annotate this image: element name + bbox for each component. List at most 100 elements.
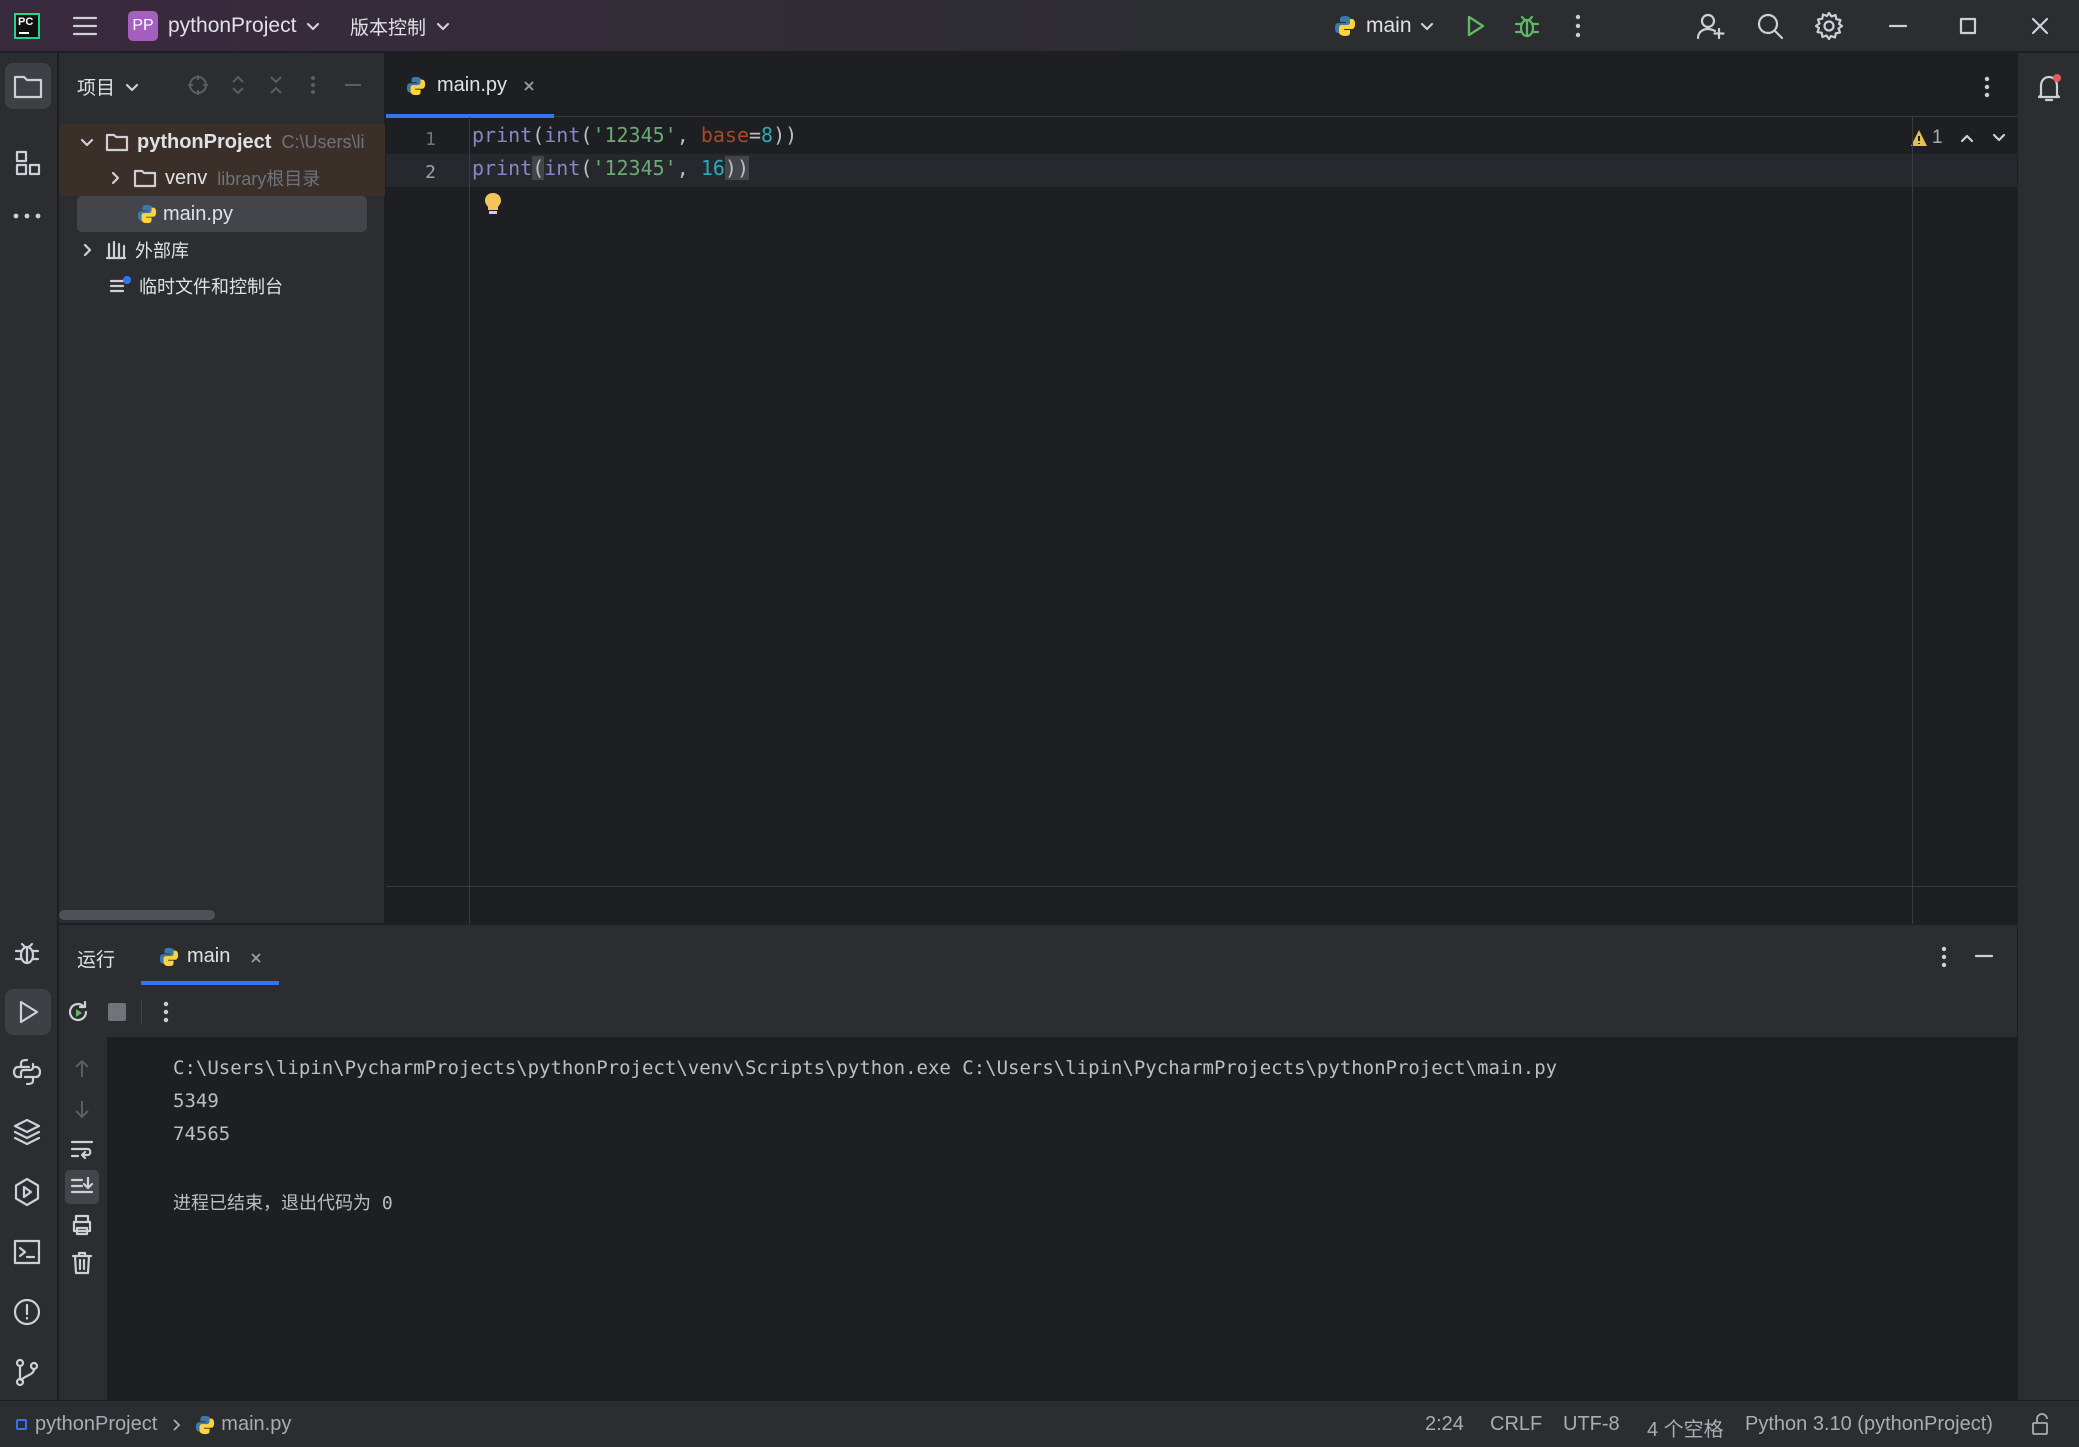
chevron-down-icon bbox=[125, 83, 139, 91]
project-tool-window: 项目 pythonProject C:\Users\li venv librar… bbox=[59, 53, 385, 923]
main-menu-icon[interactable] bbox=[72, 14, 98, 38]
tree-item-external-libraries[interactable]: 外部库 bbox=[59, 232, 385, 268]
code-with-me-icon[interactable] bbox=[1696, 12, 1726, 40]
indent-setting[interactable]: 4 个空格 bbox=[1647, 1413, 1724, 1442]
lightbulb-icon[interactable] bbox=[482, 191, 504, 217]
vcs-menu[interactable]: 版本控制 bbox=[350, 10, 452, 42]
previous-highlight-icon[interactable] bbox=[1959, 130, 1975, 146]
caret-position[interactable]: 2:24 bbox=[1425, 1413, 1464, 1436]
breadcrumb: pythonProject main.py bbox=[16, 1413, 291, 1436]
soft-wrap-icon[interactable] bbox=[70, 1137, 94, 1161]
project-view-selector[interactable]: 项目 bbox=[77, 73, 141, 100]
line-separator[interactable]: CRLF bbox=[1490, 1413, 1542, 1436]
close-window-icon[interactable] bbox=[2030, 14, 2050, 38]
line-number: 2 bbox=[425, 162, 436, 183]
scroll-up-icon[interactable] bbox=[71, 1057, 93, 1081]
tab-label: main bbox=[187, 945, 231, 967]
run-icon[interactable] bbox=[1462, 13, 1488, 39]
tab-label: main.py bbox=[437, 74, 508, 96]
problems-tool-button[interactable] bbox=[12, 1297, 42, 1327]
stop-icon[interactable] bbox=[107, 1002, 127, 1022]
run-tool-window: 运行 main C:\Users\lipin\PycharmProjects\p… bbox=[59, 924, 2017, 1401]
problems-icon bbox=[13, 1298, 41, 1326]
tab-run-main[interactable]: main bbox=[141, 933, 279, 985]
options-icon[interactable] bbox=[309, 74, 317, 96]
code-line-1[interactable]: print(int('12345', base=8)) bbox=[472, 123, 797, 147]
layers-icon bbox=[13, 1118, 41, 1146]
folder-icon bbox=[13, 75, 43, 99]
debug-icon[interactable] bbox=[1513, 12, 1541, 40]
services-tool-button[interactable] bbox=[12, 1177, 42, 1207]
horizontal-scrollbar[interactable] bbox=[59, 910, 215, 920]
hide-panel-icon[interactable] bbox=[342, 74, 364, 96]
close-tab-icon[interactable] bbox=[522, 79, 536, 93]
python-packages-tool-button[interactable] bbox=[12, 1117, 42, 1147]
tree-item-pythonproject[interactable]: pythonProject C:\Users\li bbox=[59, 124, 385, 160]
right-tool-stripe bbox=[2017, 53, 2079, 1400]
close-tab-icon[interactable] bbox=[249, 951, 263, 965]
expand-all-icon[interactable] bbox=[227, 74, 249, 96]
terminal-tool-button[interactable] bbox=[12, 1237, 42, 1267]
more-actions-icon[interactable] bbox=[1572, 12, 1584, 40]
minimize-panel-icon[interactable] bbox=[1973, 945, 1995, 967]
chevron-down-icon bbox=[1420, 22, 1433, 31]
code-token: print bbox=[472, 123, 533, 147]
python-console-icon bbox=[12, 1058, 42, 1086]
inspection-widget[interactable]: 1 bbox=[1910, 127, 2007, 149]
read-only-toggle-icon[interactable] bbox=[2030, 1412, 2052, 1436]
code-line-2[interactable]: print(int('12345', 16)) bbox=[472, 156, 750, 180]
scroll-to-end-button[interactable] bbox=[65, 1170, 99, 1204]
project-switcher[interactable]: PP pythonProject bbox=[128, 10, 322, 42]
python-file-icon bbox=[196, 1415, 215, 1434]
git-tool-button[interactable] bbox=[12, 1357, 42, 1387]
code-token: )) bbox=[724, 156, 750, 180]
code-token: ( bbox=[580, 123, 593, 147]
run-config-selector[interactable]: main bbox=[1334, 10, 1436, 42]
pycharm-logo-icon[interactable]: PC bbox=[14, 13, 40, 39]
code-token: , bbox=[676, 123, 701, 147]
locate-file-icon[interactable] bbox=[187, 74, 209, 96]
tab-main-py[interactable]: main.py bbox=[386, 53, 554, 118]
tree-item-path: C:\Users\li bbox=[281, 131, 365, 152]
search-icon[interactable] bbox=[1756, 12, 1784, 40]
print-icon[interactable] bbox=[70, 1213, 94, 1237]
minimize-window-icon[interactable] bbox=[1888, 14, 1908, 38]
gear-icon[interactable] bbox=[1814, 11, 1844, 41]
project-name: pythonProject bbox=[168, 14, 297, 37]
editor-bottom-border bbox=[386, 886, 2017, 887]
code-token: int bbox=[544, 123, 581, 147]
file-encoding[interactable]: UTF-8 bbox=[1563, 1413, 1620, 1436]
project-badge: PP bbox=[128, 11, 158, 41]
project-tool-button[interactable] bbox=[5, 63, 51, 109]
tree-item-scratches[interactable]: 临时文件和控制台 bbox=[59, 268, 385, 304]
chevron-right-icon bbox=[111, 171, 120, 185]
chevron-down-icon bbox=[436, 22, 450, 31]
structure-tool-button[interactable] bbox=[14, 149, 42, 177]
breadcrumb-project[interactable]: pythonProject bbox=[35, 1413, 157, 1436]
more-tool-windows-icon[interactable] bbox=[12, 211, 42, 221]
debug-tool-button[interactable] bbox=[13, 939, 41, 967]
maximize-window-icon[interactable] bbox=[1958, 14, 1978, 38]
module-icon bbox=[16, 1419, 27, 1430]
line-number: 1 bbox=[425, 129, 436, 150]
tree-item-venv[interactable]: venv library根目录 bbox=[59, 160, 385, 196]
python-console-tool-button[interactable] bbox=[12, 1057, 42, 1087]
console-output[interactable]: C:\Users\lipin\PycharmProjects\pythonPro… bbox=[107, 1037, 2017, 1401]
console-line: 74565 bbox=[173, 1123, 231, 1145]
code-token: , bbox=[676, 156, 701, 180]
rerun-icon[interactable] bbox=[65, 999, 91, 1025]
tree-item-hint: library根目录 bbox=[217, 169, 321, 189]
python-interpreter[interactable]: Python 3.10 (pythonProject) bbox=[1745, 1413, 1993, 1436]
clear-console-icon[interactable] bbox=[70, 1251, 94, 1275]
title-bar: PC PP pythonProject 版本控制 main bbox=[0, 0, 2079, 52]
run-toolbar-more-icon[interactable] bbox=[161, 1000, 171, 1024]
breadcrumb-file[interactable]: main.py bbox=[221, 1413, 291, 1436]
collapse-all-icon[interactable] bbox=[265, 74, 287, 96]
scroll-down-icon[interactable] bbox=[71, 1097, 93, 1121]
run-panel-options-icon[interactable] bbox=[1939, 945, 1949, 969]
run-tool-button[interactable] bbox=[5, 989, 51, 1035]
editor-tab-options-icon[interactable] bbox=[1982, 75, 1992, 99]
next-highlight-icon[interactable] bbox=[1991, 130, 2007, 146]
notifications-icon[interactable] bbox=[2035, 73, 2063, 103]
tree-item-main-py[interactable]: main.py bbox=[77, 196, 367, 232]
